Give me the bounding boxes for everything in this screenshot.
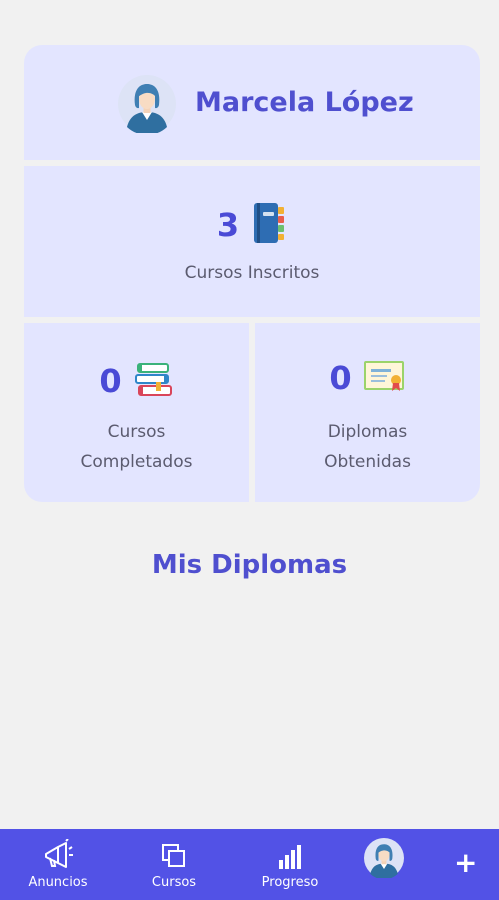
nav-item-anuncios[interactable]: Anuncios <box>22 829 94 900</box>
megaphone-icon <box>42 829 74 869</box>
bar-chart-icon <box>278 829 302 869</box>
profile-card: Marcela López 3 Cursos Inscritos 0 Curso… <box>24 45 480 502</box>
enrolled-courses-stat[interactable]: 3 Cursos Inscritos <box>24 166 480 317</box>
certificate-icon <box>363 359 406 397</box>
diplomas-count: 0 <box>329 359 352 397</box>
completed-count: 0 <box>99 362 122 400</box>
diplomas-stat[interactable]: 0 Diplomas Obtenidas <box>255 323 480 502</box>
add-button[interactable]: + <box>454 849 477 877</box>
female-avatar-icon <box>118 75 176 135</box>
nav-item-progreso[interactable]: Progreso <box>252 829 328 900</box>
courses-icon <box>161 829 187 869</box>
completed-label-line1: Cursos <box>107 422 166 442</box>
nav-item-perfil[interactable] <box>362 829 406 900</box>
bottom-nav: Anuncios Cursos Progreso + <box>0 829 499 900</box>
section-title: Mis Diplomas <box>151 550 348 580</box>
diplomas-label-line1: Diplomas <box>327 422 408 442</box>
nav-label-progreso: Progreso <box>261 875 319 890</box>
notebook-icon <box>251 202 287 248</box>
nav-label-anuncios: Anuncios <box>28 875 88 890</box>
nav-label-cursos: Cursos <box>151 875 197 890</box>
diplomas-label-line2: Obtenidas <box>324 452 411 472</box>
enrolled-label: Cursos Inscritos <box>184 263 320 283</box>
user-name: Marcela López <box>195 87 414 118</box>
profile-header: Marcela López <box>24 45 480 160</box>
profile-avatar-icon <box>364 829 404 887</box>
enrolled-count: 3 <box>216 206 240 244</box>
completed-label-line2: Completados <box>80 452 193 472</box>
stacked-books-icon <box>134 359 174 403</box>
completed-courses-stat[interactable]: 0 Cursos Completados <box>24 323 249 502</box>
nav-item-cursos[interactable]: Cursos <box>140 829 208 900</box>
